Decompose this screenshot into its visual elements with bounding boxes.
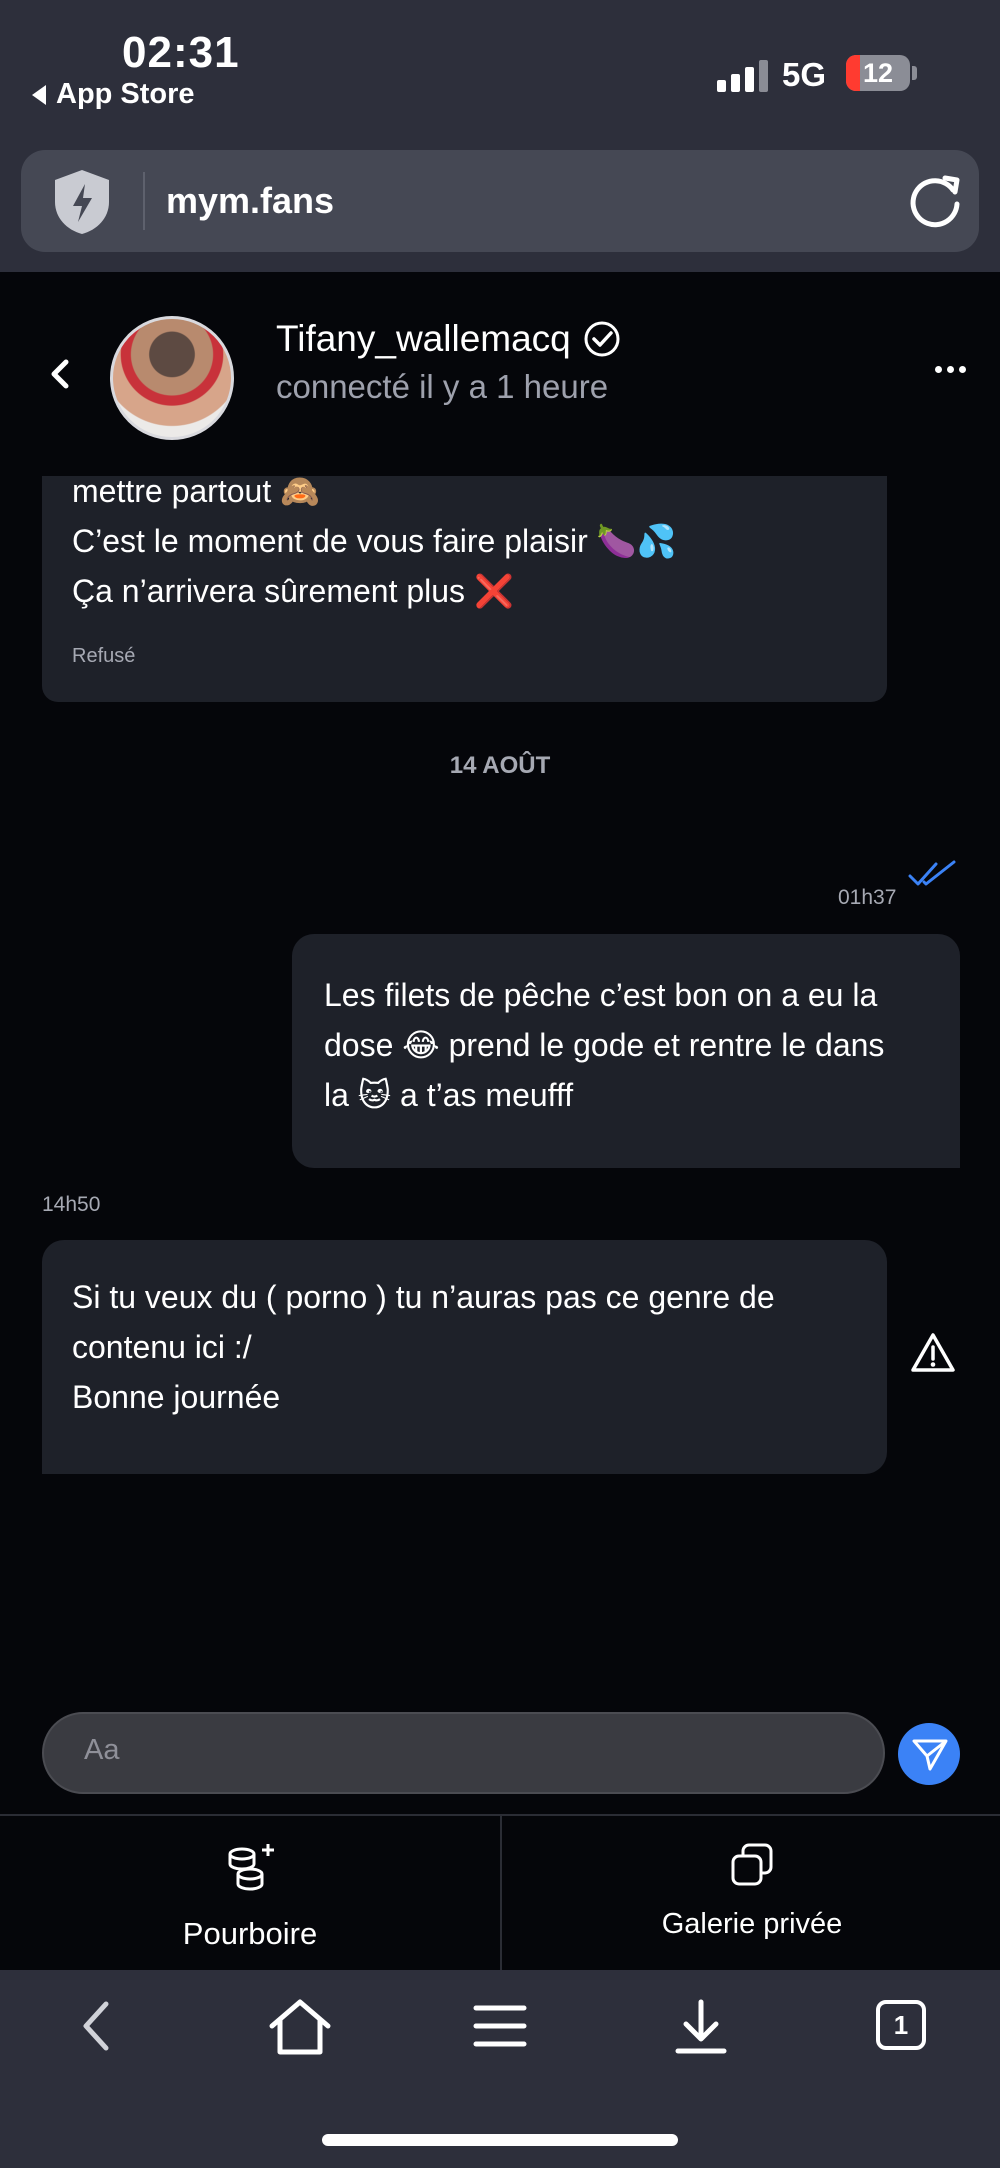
contact-name-text: Tifany_wallemacq bbox=[276, 318, 571, 359]
message-time-outgoing: 01h37 bbox=[838, 886, 897, 909]
back-icon[interactable] bbox=[76, 1998, 116, 2054]
tabs-count: 1 bbox=[893, 2009, 909, 2040]
gallery-icon bbox=[731, 1843, 773, 1886]
back-arrow-icon bbox=[32, 84, 46, 105]
message-input-placeholder: Aa bbox=[84, 1734, 120, 1766]
more-options-icon[interactable] bbox=[935, 366, 966, 373]
back-app-label: App Store bbox=[56, 78, 195, 110]
private-gallery-label: Galerie privée bbox=[661, 1908, 843, 1940]
chat-header: Tifany_wallemacq connecté il y a 1 heure bbox=[0, 272, 1000, 476]
send-button[interactable] bbox=[898, 1723, 960, 1785]
home-icon[interactable] bbox=[268, 1998, 332, 2056]
date-separator: 14 AOÛT bbox=[449, 752, 551, 779]
message-line: Bonne journée bbox=[72, 1379, 281, 1415]
message-bubble-incoming[interactable]: Si tu veux du ( porno ) tu n’auras pas c… bbox=[42, 1240, 887, 1474]
tabs-icon[interactable]: 1 bbox=[876, 2000, 926, 2050]
message-line: Si tu veux du ( porno ) tu n’auras pas c… bbox=[72, 1279, 775, 1315]
coins-plus-icon bbox=[228, 1844, 274, 1891]
private-gallery-button[interactable]: Galerie privée bbox=[502, 1816, 1000, 1972]
battery-tip bbox=[912, 66, 917, 80]
tip-button[interactable]: Pourboire bbox=[0, 1816, 500, 1972]
menu-icon[interactable] bbox=[472, 1998, 528, 2054]
message-line: Les filets de pêche c’est bon on a eu la bbox=[324, 977, 878, 1013]
message-bubble-outgoing[interactable]: Les filets de pêche c’est bon on a eu la… bbox=[292, 934, 960, 1168]
message-bubble-incoming-previous[interactable]: mettre partout 🙈 C’est le moment de vous… bbox=[42, 440, 887, 702]
status-time: 02:31 bbox=[122, 28, 240, 77]
message-input[interactable]: Aa bbox=[42, 1712, 885, 1794]
chat-back-icon[interactable] bbox=[48, 356, 72, 392]
signal-icon bbox=[717, 58, 768, 92]
download-icon[interactable] bbox=[674, 1998, 728, 2056]
message-time-incoming: 14h50 bbox=[42, 1193, 101, 1216]
message-line: la 🐱 a t’as meufff bbox=[324, 1077, 574, 1113]
verified-icon bbox=[584, 321, 620, 357]
reload-icon[interactable] bbox=[905, 170, 965, 230]
shield-icon[interactable] bbox=[51, 168, 113, 236]
refused-label: Refusé bbox=[72, 645, 136, 667]
battery-icon: 12 bbox=[846, 55, 910, 91]
tip-label: Pourboire bbox=[182, 1916, 318, 1951]
message-line: dose 😂 prend le gode et rentre le dans bbox=[324, 1027, 885, 1063]
battery-level: 12 bbox=[862, 58, 894, 88]
avatar[interactable] bbox=[110, 316, 234, 440]
report-warning-icon[interactable] bbox=[910, 1332, 956, 1374]
message-line: contenu ici :/ bbox=[72, 1329, 252, 1365]
message-line: C’est le moment de vous faire plaisir 🍆💦 bbox=[72, 523, 677, 559]
send-icon bbox=[912, 1739, 948, 1771]
network-type: 5G bbox=[782, 56, 827, 93]
home-indicator bbox=[322, 2134, 678, 2146]
contact-name[interactable]: Tifany_wallemacq bbox=[276, 318, 621, 360]
address-separator bbox=[143, 172, 145, 230]
back-to-app-store[interactable]: App Store bbox=[32, 78, 195, 111]
read-receipt-icon bbox=[908, 860, 956, 886]
chat-actions-bar: Pourboire Galerie privée bbox=[0, 1814, 1000, 1972]
browser-chrome: 02:31 App Store 5G 12 mym.fans bbox=[0, 0, 1000, 272]
contact-status: connecté il y a 1 heure bbox=[276, 368, 609, 405]
message-line: Ça n’arrivera sûrement plus ❌ bbox=[72, 573, 514, 609]
address-bar[interactable]: mym.fans bbox=[21, 150, 979, 252]
url-text[interactable]: mym.fans bbox=[166, 180, 334, 222]
